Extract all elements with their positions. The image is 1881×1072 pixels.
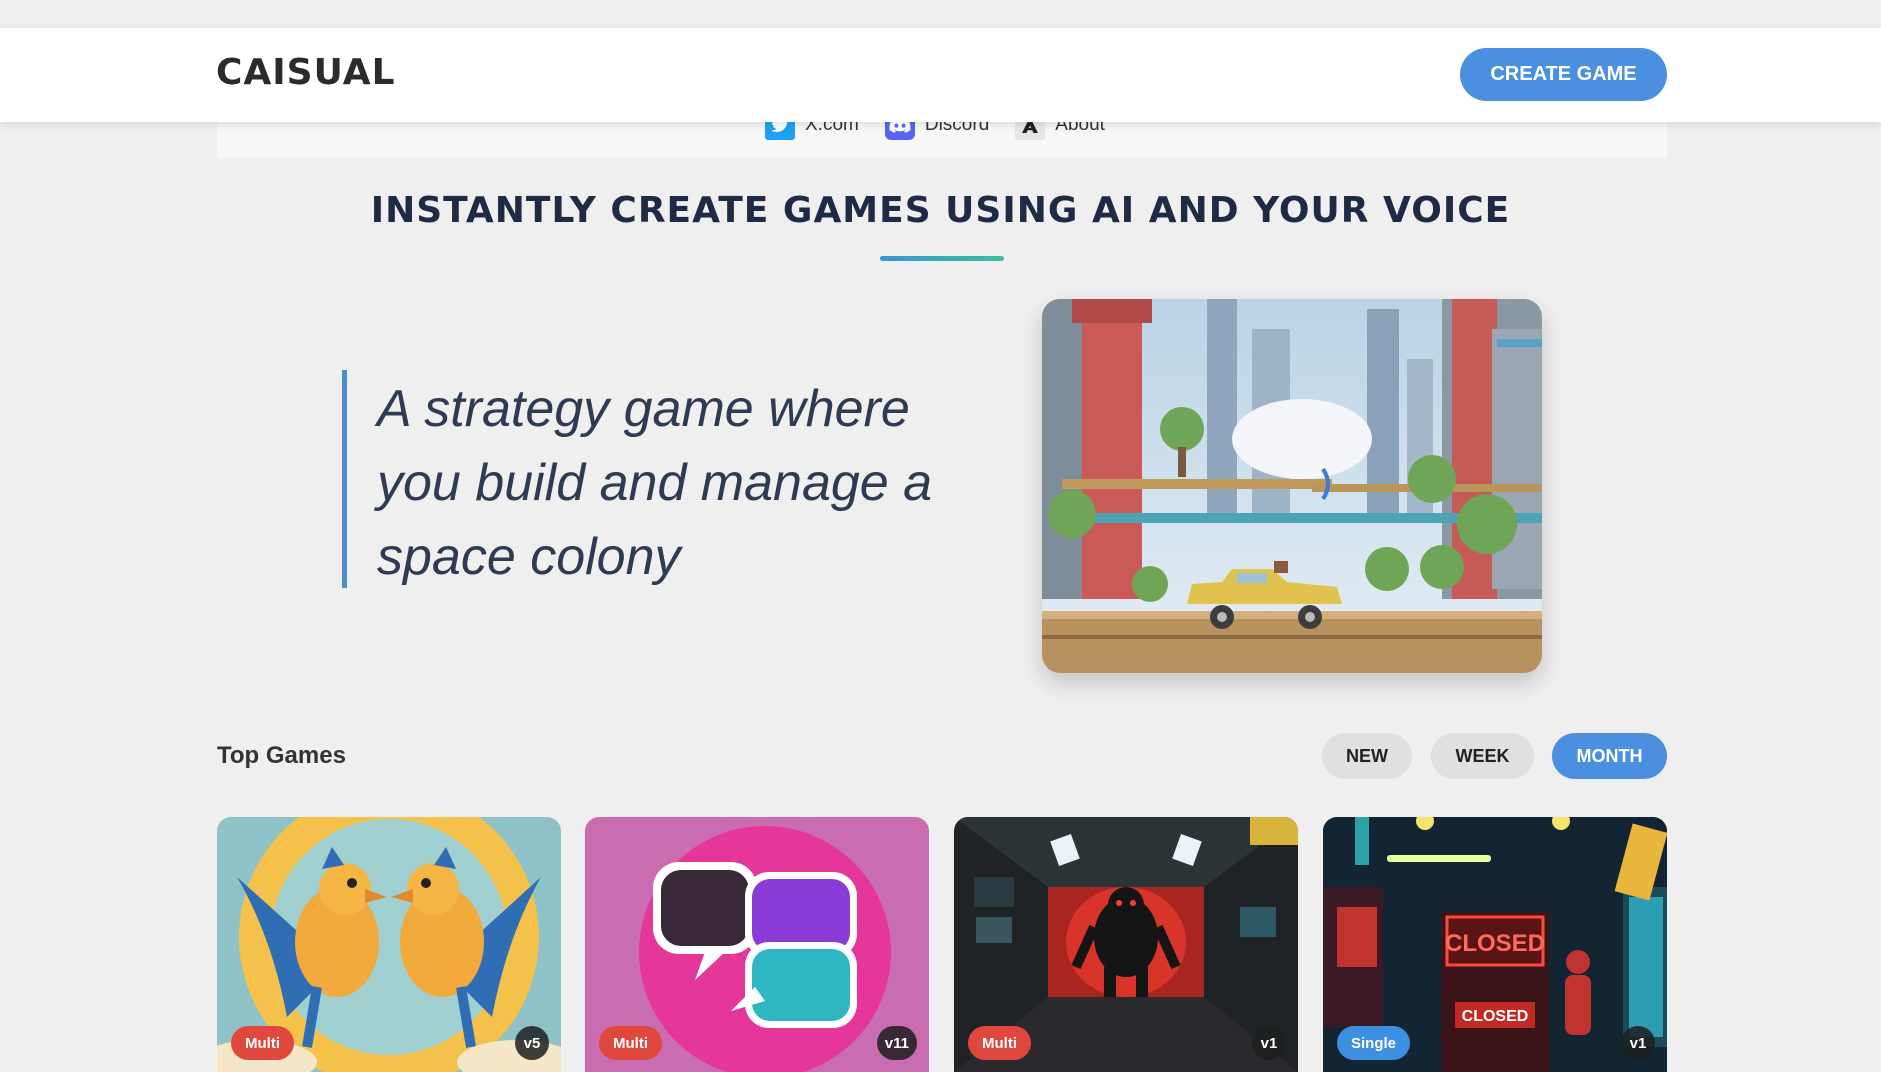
- version-badge: v11: [876, 1026, 917, 1060]
- prompt-quote: A strategy game where you build and mana…: [342, 370, 947, 588]
- mode-badge: Multi: [231, 1026, 294, 1060]
- filter-month-button[interactable]: MONTH: [1552, 733, 1667, 779]
- game-card[interactable]: Multi v11: [585, 817, 929, 1072]
- version-badge: v1: [1252, 1026, 1286, 1060]
- mode-badge: Single: [1337, 1026, 1411, 1060]
- game-card[interactable]: CLOSED CLOSED Single v1: [1323, 817, 1667, 1072]
- site-logo[interactable]: CAISUAL: [216, 52, 396, 93]
- top-games-title: Top Games: [217, 742, 346, 769]
- version-badge: v5: [515, 1026, 549, 1060]
- closed-small-sign-text: CLOSED: [1462, 1008, 1529, 1025]
- filter-week-button[interactable]: WEEK: [1431, 733, 1534, 779]
- site-header: CAISUAL CREATE GAME: [0, 28, 1881, 122]
- closed-sign-text: CLOSED: [1445, 930, 1545, 957]
- mode-badge: Multi: [968, 1026, 1031, 1060]
- game-card[interactable]: Multi v1: [954, 817, 1298, 1072]
- game-card[interactable]: Multi v5: [217, 817, 561, 1072]
- hero-title: INSTANTLY CREATE GAMES USING AI AND YOUR…: [370, 190, 1511, 231]
- filter-new-button[interactable]: NEW: [1322, 733, 1412, 779]
- browser-top-strip: [0, 0, 1881, 28]
- title-underline: [880, 256, 1004, 261]
- prompt-text: A strategy game where you build and mana…: [377, 380, 933, 586]
- game-preview-image: [1042, 299, 1542, 673]
- mode-badge: Multi: [599, 1026, 662, 1060]
- version-badge: v1: [1621, 1026, 1655, 1060]
- create-game-button[interactable]: CREATE GAME: [1460, 48, 1667, 101]
